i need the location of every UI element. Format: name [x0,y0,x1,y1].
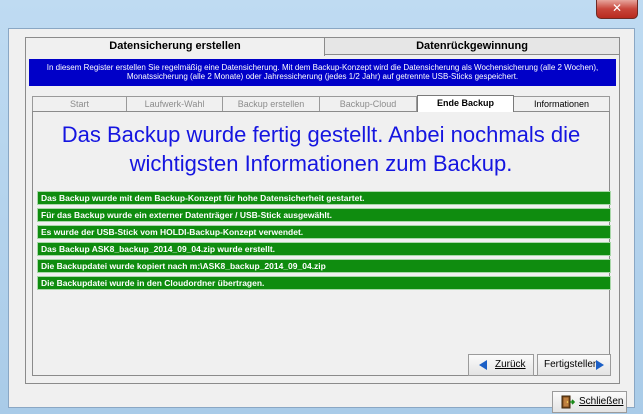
tab-ende-backup[interactable]: Ende Backup [417,95,514,112]
finish-button-label: Fertigstellen [544,359,599,370]
list-item: Das Backup wurde mit dem Backup-Konzept … [37,191,611,205]
close-button[interactable]: Schließen [552,391,627,413]
tab-backup-cloud[interactable]: Backup-Cloud [320,96,417,111]
tab-backup-erstellen[interactable]: Backup erstellen [223,96,320,111]
arrow-right-icon [596,360,604,370]
list-item: Die Backupdatei wurde in den Cloudordner… [37,276,611,290]
back-button[interactable]: Zurück [468,354,534,376]
tab-datensicherung-erstellen[interactable]: Datensicherung erstellen [25,37,325,56]
tab-informationen[interactable]: Informationen [514,96,610,111]
list-item: Die Backupdatei wurde kopiert nach m:\AS… [37,259,611,273]
tab-start[interactable]: Start [32,96,127,111]
status-message-list: Das Backup wurde mit dem Backup-Konzept … [37,191,611,293]
exit-door-icon [561,395,575,409]
list-item: Es wurde der USB-Stick vom HOLDI-Backup-… [37,225,611,239]
page-title: Das Backup wurde fertig gestellt. Anbei … [61,122,581,176]
inner-tab-strip: Start Laufwerk-Wahl Backup erstellen Bac… [32,95,610,112]
finish-button[interactable]: Fertigstellen [537,354,611,376]
window-close-button[interactable]: ✕ [596,0,638,19]
arrow-left-icon [479,360,487,370]
info-banner: In diesem Register erstellen Sie regelmä… [29,59,616,86]
list-item: Das Backup ASK8_backup_2014_09_04.zip wu… [37,242,611,256]
tab-datenrueckgewinnung[interactable]: Datenrückgewinnung [325,37,620,55]
list-item: Für das Backup wurde ein externer Datent… [37,208,611,222]
tab-laufwerk-wahl[interactable]: Laufwerk-Wahl [127,96,223,111]
close-button-label: Schließen [579,396,624,407]
back-button-label: Zurück [495,359,526,370]
